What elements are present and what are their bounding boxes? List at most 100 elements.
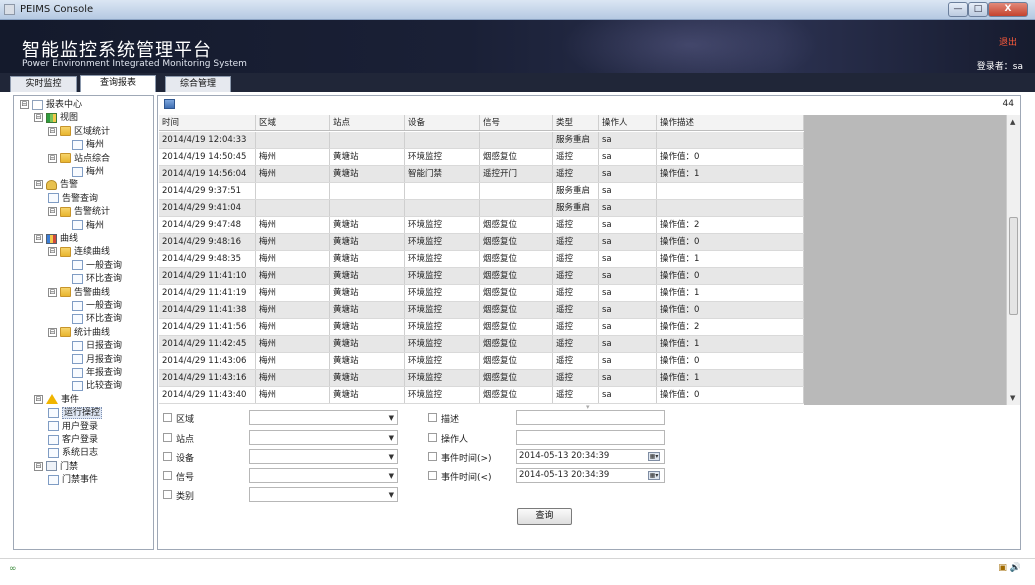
device-checkbox[interactable] bbox=[163, 452, 172, 461]
event-time-to-checkbox[interactable] bbox=[428, 471, 437, 480]
table-row[interactable]: 2014/4/29 11:43:16 梅州 黄塘站 环境监控 烟感复位 遥控 sa 操作值：1 bbox=[159, 370, 804, 387]
table-row[interactable]: 2014/4/29 11:42:45 梅州 黄塘站 环境监控 烟感复位 遥控 sa 操作值：1 bbox=[159, 336, 804, 353]
table-row[interactable]: 2014/4/19 12:04:33 服务重启 sa bbox=[159, 132, 804, 149]
table-row[interactable]: 2014/4/29 11:41:38 梅州 黄塘站 环境监控 烟感复位 遥控 sa 操作值：0 bbox=[159, 302, 804, 319]
tree-item[interactable]: ⊟ 告警 bbox=[34, 179, 78, 192]
column-header-description[interactable]: 操作描述 bbox=[657, 115, 804, 130]
logout-link[interactable]: 退出 bbox=[999, 35, 1017, 48]
tree-item[interactable]: ⊟ 告警统计 bbox=[48, 206, 110, 219]
description-checkbox[interactable] bbox=[428, 413, 437, 422]
tree-item[interactable]: 比较查询 bbox=[72, 380, 122, 393]
tree-item[interactable]: 用户登录 bbox=[48, 421, 98, 434]
signal-checkbox[interactable] bbox=[163, 471, 172, 480]
query-button[interactable]: 查询 bbox=[517, 508, 572, 525]
export-icon[interactable] bbox=[164, 99, 175, 109]
tree-item[interactable]: 一般查询 bbox=[72, 260, 122, 273]
collapse-toggle-icon[interactable]: ⊟ bbox=[34, 394, 43, 404]
category-select[interactable]: ▼ bbox=[249, 487, 398, 502]
column-header-signal[interactable]: 信号 bbox=[480, 115, 553, 130]
column-header-device[interactable]: 设备 bbox=[405, 115, 480, 130]
table-row[interactable]: 2014/4/19 14:50:45 梅州 黄塘站 环境监控 烟感复位 遥控 sa 操作值：0 bbox=[159, 149, 804, 166]
signal-select[interactable]: ▼ bbox=[249, 468, 398, 483]
table-row[interactable]: 2014/4/29 9:48:35 梅州 黄塘站 环境监控 烟感复位 遥控 sa 操作值：1 bbox=[159, 251, 804, 268]
area-checkbox[interactable] bbox=[163, 413, 172, 422]
maximize-button[interactable]: □ bbox=[968, 2, 988, 17]
collapse-toggle-icon[interactable]: ⊟ bbox=[34, 113, 43, 123]
device-select[interactable]: ▼ bbox=[249, 449, 398, 464]
collapse-toggle-icon[interactable]: ⊟ bbox=[20, 100, 29, 109]
collapse-toggle-icon[interactable]: ⊟ bbox=[48, 247, 57, 257]
table-row[interactable]: 2014/4/29 9:48:16 梅州 黄塘站 环境监控 烟感复位 遥控 sa 操作值：0 bbox=[159, 234, 804, 251]
column-header-area[interactable]: 区域 bbox=[256, 115, 330, 130]
operator-input[interactable] bbox=[516, 430, 665, 445]
area-select[interactable]: ▼ bbox=[249, 410, 398, 425]
table-row[interactable]: 2014/4/29 11:41:19 梅州 黄塘站 环境监控 烟感复位 遥控 sa 操作值：1 bbox=[159, 285, 804, 302]
collapse-toggle-icon[interactable]: ⊟ bbox=[34, 234, 43, 243]
column-header-site[interactable]: 站点 bbox=[330, 115, 405, 130]
table-row[interactable]: 2014/4/29 11:41:10 梅州 黄塘站 环境监控 烟感复位 遥控 sa 操作值：0 bbox=[159, 268, 804, 285]
tree-item[interactable]: ⊟ 报表中心 bbox=[20, 99, 82, 112]
tree-item[interactable]: 运行操控 bbox=[48, 407, 103, 420]
tree-item[interactable]: 日报查询 bbox=[72, 340, 122, 353]
column-header-time[interactable]: 时间 bbox=[159, 115, 256, 130]
collapse-toggle-icon[interactable]: ⊟ bbox=[34, 461, 43, 471]
event-time-to-input[interactable]: 2014-05-13 20:34:39 ▦▾ bbox=[516, 468, 665, 483]
tree-item[interactable]: 月报查询 bbox=[72, 354, 122, 367]
tree-item[interactable]: ⊟ 区域统计 bbox=[48, 126, 110, 139]
tree-item[interactable]: 告警查询 bbox=[48, 193, 98, 206]
tree-item[interactable]: ⊟ 站点综合 bbox=[48, 153, 110, 166]
scroll-up-icon[interactable]: ▲ bbox=[1010, 118, 1015, 126]
event-time-from-input[interactable]: 2014-05-13 20:34:39 ▦▾ bbox=[516, 449, 665, 464]
tree-item[interactable]: ⊟ 连续曲线 bbox=[48, 246, 110, 259]
column-header-type[interactable]: 类型 bbox=[553, 115, 599, 130]
tree-item[interactable]: 梅州 bbox=[72, 220, 104, 233]
category-checkbox[interactable] bbox=[163, 490, 172, 499]
tree-item[interactable]: 门禁事件 bbox=[48, 474, 98, 487]
tree-item[interactable]: 环比查询 bbox=[72, 313, 122, 326]
minimize-button[interactable]: — bbox=[948, 2, 968, 17]
description-input[interactable] bbox=[516, 410, 665, 425]
cell-operator: sa bbox=[599, 200, 657, 216]
table-row[interactable]: 2014/4/29 11:41:56 梅州 黄塘站 环境监控 烟感复位 遥控 sa 操作值：2 bbox=[159, 319, 804, 336]
table-row[interactable]: 2014/4/29 11:43:06 梅州 黄塘站 环境监控 烟感复位 遥控 sa 操作值：0 bbox=[159, 353, 804, 370]
table-row[interactable]: 2014/4/19 14:56:04 梅州 黄塘站 智能门禁 遥控开门 遥控 sa 操作值：1 bbox=[159, 166, 804, 183]
close-button[interactable]: X bbox=[988, 2, 1028, 17]
collapse-toggle-icon[interactable]: ⊟ bbox=[34, 180, 43, 190]
tree-item[interactable]: ⊟ 事件 bbox=[34, 394, 79, 407]
calendar-icon[interactable]: ▦▾ bbox=[648, 471, 660, 480]
collapse-toggle-icon[interactable]: ⊟ bbox=[48, 207, 57, 217]
tray-icons[interactable]: ▣ 🔊 bbox=[998, 563, 1021, 573]
tab-realtime-monitor[interactable]: 实时监控 bbox=[10, 76, 77, 92]
scrollbar-thumb[interactable] bbox=[1009, 217, 1018, 315]
tree-item[interactable]: ⊟ 统计曲线 bbox=[48, 327, 110, 340]
table-row[interactable]: 2014/4/29 9:37:51 服务重启 sa bbox=[159, 183, 804, 200]
tree-item[interactable]: 客户登录 bbox=[48, 434, 98, 447]
tree-item[interactable]: 系统日志 bbox=[48, 447, 98, 460]
tree-item[interactable]: ⊟ 曲线 bbox=[34, 233, 78, 246]
table-row[interactable]: 2014/4/29 9:41:04 服务重启 sa bbox=[159, 200, 804, 217]
tree-item[interactable]: ⊟ 视图 bbox=[34, 112, 78, 125]
table-row[interactable]: 2014/4/29 11:43:40 梅州 黄塘站 环境监控 烟感复位 遥控 sa 操作值：0 bbox=[159, 387, 804, 404]
scroll-down-icon[interactable]: ▼ bbox=[1010, 394, 1015, 402]
column-header-operator[interactable]: 操作人 bbox=[599, 115, 657, 130]
operator-checkbox[interactable] bbox=[428, 433, 437, 442]
tab-general-management[interactable]: 综合管理 bbox=[165, 76, 231, 92]
tab-query-report[interactable]: 查询报表 bbox=[80, 75, 156, 92]
site-checkbox[interactable] bbox=[163, 433, 172, 442]
tree-item[interactable]: 一般查询 bbox=[72, 300, 122, 313]
site-select[interactable]: ▼ bbox=[249, 430, 398, 445]
collapse-toggle-icon[interactable]: ⊟ bbox=[48, 327, 57, 337]
tree-item[interactable]: 梅州 bbox=[72, 166, 104, 179]
event-time-from-checkbox[interactable] bbox=[428, 452, 437, 461]
tree-item[interactable]: 年报查询 bbox=[72, 367, 122, 380]
grid-scrollbar[interactable]: ▲ ▼ bbox=[1006, 115, 1020, 405]
tree-item[interactable]: ⊟ 门禁 bbox=[34, 461, 78, 474]
collapse-toggle-icon[interactable]: ⊟ bbox=[48, 153, 57, 163]
collapse-toggle-icon[interactable]: ⊟ bbox=[48, 126, 57, 136]
tree-item[interactable]: ⊟ 告警曲线 bbox=[48, 287, 110, 300]
tree-item[interactable]: 梅州 bbox=[72, 139, 104, 152]
table-row[interactable]: 2014/4/29 9:47:48 梅州 黄塘站 环境监控 烟感复位 遥控 sa 操作值：2 bbox=[159, 217, 804, 234]
collapse-toggle-icon[interactable]: ⊟ bbox=[48, 287, 57, 297]
tree-item[interactable]: 环比查询 bbox=[72, 273, 122, 286]
calendar-icon[interactable]: ▦▾ bbox=[648, 452, 660, 461]
